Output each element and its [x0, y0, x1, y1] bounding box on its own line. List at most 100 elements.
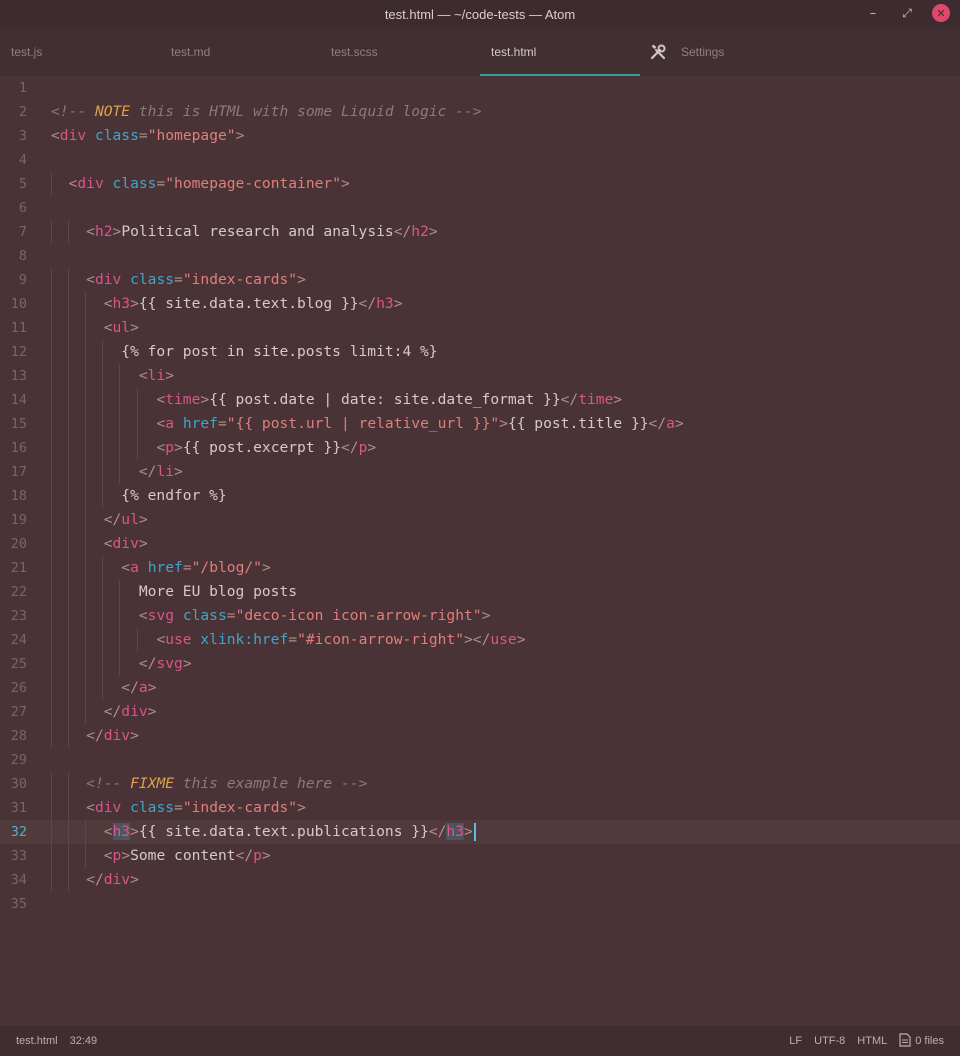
tab-test-html[interactable]: test.html — [480, 28, 640, 76]
line-number: 14 — [10, 392, 27, 408]
code-line[interactable]: 20 <div> — [0, 532, 960, 556]
status-cursor-position[interactable]: 32:49 — [70, 1035, 98, 1047]
line-number: 13 — [10, 368, 27, 384]
file-icon — [899, 1032, 911, 1050]
code-token: class — [182, 607, 227, 624]
line-number: 19 — [10, 512, 27, 528]
code-line[interactable]: 6 — [0, 196, 960, 220]
code-line[interactable]: 16 <p>{{ post.excerpt }}</p> — [0, 436, 960, 460]
code-line[interactable]: 14 <time>{{ post.date | date: site.date_… — [0, 388, 960, 412]
code-line[interactable]: 12 {% for post in site.posts limit:4 %} — [0, 340, 960, 364]
code-token: "index-cards" — [182, 271, 298, 288]
code-line[interactable]: 4 — [0, 148, 960, 172]
code-line[interactable]: 34 </div> — [0, 868, 960, 892]
line-number: 32 — [10, 824, 27, 840]
code-line[interactable]: 23 <svg class="deco-icon icon-arrow-righ… — [0, 604, 960, 628]
code-line[interactable]: 2 <!-- NOTE this is HTML with some Liquid… — [0, 100, 960, 124]
code-line[interactable]: 11 <ul> — [0, 316, 960, 340]
code-line[interactable]: 24 <use xlink:href="#icon-arrow-right"><… — [0, 628, 960, 652]
line-number: 8 — [18, 248, 27, 264]
code-token: > — [613, 391, 623, 408]
close-icon[interactable]: ✕ — [932, 4, 950, 22]
minimize-icon[interactable]: – — [864, 4, 882, 22]
code-token: </ — [358, 295, 377, 312]
code-token: class — [94, 127, 139, 144]
code-token: h2 — [94, 223, 113, 240]
code-line[interactable]: 31 <div class="index-cards"> — [0, 796, 960, 820]
code-line[interactable]: 33 <p>Some content</p> — [0, 844, 960, 868]
code-token: use — [490, 631, 517, 648]
code-text: </svg> — [51, 652, 192, 676]
code-token: > — [393, 295, 403, 312]
code-line[interactable]: 21 <a href="/blog/"> — [0, 556, 960, 580]
code-editor[interactable]: 1 2 <!-- NOTE this is HTML with some Liqui… — [0, 76, 960, 1026]
code-line[interactable]: 9 <div class="index-cards"> — [0, 268, 960, 292]
code-line[interactable]: 25 </svg> — [0, 652, 960, 676]
status-files[interactable]: 0 files — [899, 1032, 944, 1050]
code-line[interactable]: 15 <a href="{{ post.url | relative_url }… — [0, 412, 960, 436]
code-line[interactable]: 35 — [0, 892, 960, 916]
code-line[interactable]: 5 <div class="homepage-container"> — [0, 172, 960, 196]
maximize-icon[interactable]: ⤢ — [898, 4, 916, 22]
code-line[interactable]: 8 — [0, 244, 960, 268]
code-token: > — [130, 295, 139, 312]
code-token: class — [112, 175, 157, 192]
code-line[interactable]: 17 </li> — [0, 460, 960, 484]
tab-test-md[interactable]: test.md — [160, 28, 320, 76]
code-line[interactable]: 7 <h2>Political research and analysis</h… — [0, 220, 960, 244]
line-number: 15 — [10, 416, 27, 432]
code-line[interactable]: 3 <div class="homepage"> — [0, 124, 960, 148]
code-token: > — [138, 511, 148, 528]
code-line[interactable]: 27 </div> — [0, 700, 960, 724]
status-line-ending[interactable]: LF — [789, 1035, 802, 1047]
line-number: 34 — [10, 872, 27, 888]
line-number: 21 — [10, 560, 27, 576]
status-encoding[interactable]: UTF-8 — [814, 1035, 845, 1047]
code-token: < — [103, 319, 113, 336]
code-token: </ — [428, 823, 447, 840]
title-bar: test.html — ~/code-tests — Atom – ⤢ ✕ — [0, 0, 960, 28]
code-token: < — [103, 535, 113, 552]
code-token: > — [130, 823, 139, 840]
code-line[interactable]: 13 <li> — [0, 364, 960, 388]
code-line[interactable]: 10 <h3>{{ site.data.text.blog }}</h3> — [0, 292, 960, 316]
code-text: </a> — [51, 676, 156, 700]
code-token: = — [226, 607, 236, 624]
code-line[interactable]: 19 </ul> — [0, 508, 960, 532]
code-token: "homepage-container" — [165, 175, 341, 192]
code-line[interactable]: 30 <!-- FIXME this example here --> — [0, 772, 960, 796]
code-token: </ — [121, 679, 139, 696]
status-grammar[interactable]: HTML — [857, 1035, 887, 1047]
code-text: {% for post in site.posts limit:4 %} — [51, 340, 437, 364]
code-line[interactable]: 26 </a> — [0, 676, 960, 700]
code-line[interactable]: 28 </div> — [0, 724, 960, 748]
code-line[interactable]: 29 — [0, 748, 960, 772]
status-files-count: 0 files — [915, 1035, 944, 1047]
line-number: 5 — [18, 176, 27, 192]
code-token: {{ site.data.text.blog }} — [138, 295, 359, 312]
code-line[interactable]: 22 More EU blog posts — [0, 580, 960, 604]
code-line[interactable]: 32 <h3>{{ site.data.text.publications }}… — [0, 820, 960, 844]
code-line[interactable]: 1 — [0, 76, 960, 100]
code-token: > — [147, 703, 157, 720]
tab-test-scss[interactable]: test.scss — [320, 28, 480, 76]
code-token: > — [130, 727, 139, 744]
window-title: test.html — ~/code-tests — Atom — [384, 6, 576, 22]
tab-test-js[interactable]: test.js — [0, 28, 160, 76]
status-file-name[interactable]: test.html — [16, 1035, 58, 1047]
code-text: <div class="homepage-container"> — [51, 172, 350, 196]
code-token: Political research and analysis — [121, 223, 394, 240]
code-token: div — [94, 271, 122, 288]
code-line[interactable]: 18 {% endfor %} — [0, 484, 960, 508]
text-cursor — [473, 823, 476, 841]
code-token: = — [174, 799, 183, 816]
tab-settings[interactable]: Settings — [640, 28, 800, 76]
code-token: > — [165, 367, 175, 384]
